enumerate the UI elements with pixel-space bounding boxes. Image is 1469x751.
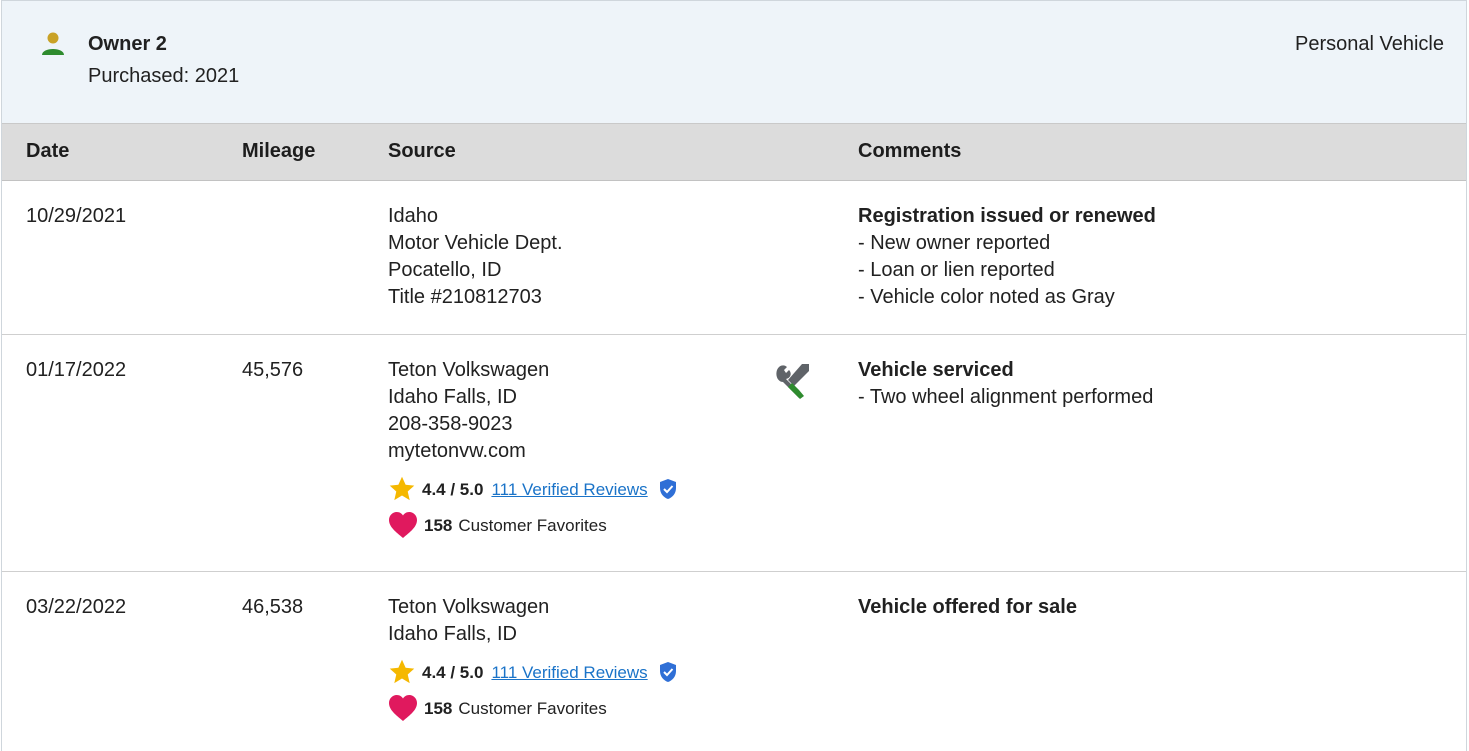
dealer-phone: 208-358-9023 — [388, 413, 513, 435]
favorites-label: Customer Favorites — [458, 698, 607, 718]
row-mileage: 45,576 — [242, 359, 304, 381]
row-comments: Registration issued or renewed - New own… — [858, 203, 1156, 311]
vehicle-type: Personal Vehicle — [1295, 33, 1444, 55]
comment-title: Registration issued or renewed — [858, 205, 1156, 227]
dealer-location: Idaho Falls, ID — [388, 386, 517, 408]
row-source: Teton Volkswagen Idaho Falls, ID 4.4 / 5… — [388, 594, 678, 722]
table-header: Date Mileage Source Comments — [2, 124, 1466, 181]
source-line: Motor Vehicle Dept. — [388, 232, 563, 254]
source-line: Pocatello, ID — [388, 259, 502, 281]
favorites-count: 158 — [424, 698, 453, 718]
dealer-rating: 4.4 / 5.0 111 Verified Reviews — [388, 658, 678, 686]
service-tools-icon — [776, 364, 809, 399]
row-comments: Vehicle offered for sale — [858, 594, 1077, 621]
rating-value: 4.4 / 5.0 — [422, 662, 484, 682]
table-row: 01/17/2022 45,576 Teton Volkswagen Idaho… — [2, 335, 1466, 572]
row-date: 10/29/2021 — [26, 205, 127, 227]
dealer-location: Idaho Falls, ID — [388, 623, 517, 645]
verified-reviews-link[interactable]: 111 Verified Reviews — [491, 659, 647, 686]
heart-icon — [389, 695, 417, 721]
comment-item: - Two wheel alignment performed — [858, 386, 1154, 408]
comment-item: - Loan or lien reported — [858, 259, 1055, 281]
table-row: 10/29/2021 Idaho Motor Vehicle Dept. Poc… — [2, 181, 1466, 335]
dealer-name[interactable]: Teton Volkswagen — [388, 357, 678, 384]
verified-shield-icon — [659, 662, 676, 682]
rating-value: 4.4 / 5.0 — [422, 479, 484, 499]
comment-item: - Vehicle color noted as Gray — [858, 286, 1115, 308]
dealer-website: mytetonvw.com — [388, 440, 526, 462]
favorites-count: 158 — [424, 515, 453, 535]
row-comments: Vehicle serviced - Two wheel alignment p… — [858, 357, 1153, 411]
owner-title: Owner 2 — [88, 33, 167, 55]
owner-header: Owner 2 Purchased: 2021 Personal Vehicle — [2, 1, 1466, 124]
owner-history-card: Owner 2 Purchased: 2021 Personal Vehicle… — [1, 0, 1467, 751]
star-icon — [389, 659, 415, 684]
row-source: Teton Volkswagen Idaho Falls, ID 208-358… — [388, 357, 678, 539]
customer-favorites: 158 Customer Favorites — [388, 694, 678, 722]
dealer-name[interactable]: Teton Volkswagen — [388, 594, 678, 621]
star-icon — [389, 476, 415, 501]
row-date: 03/22/2022 — [26, 596, 127, 618]
table-row: 03/22/2022 46,538 Teton Volkswagen Idaho… — [2, 572, 1466, 751]
row-source: Idaho Motor Vehicle Dept. Pocatello, ID … — [388, 203, 563, 311]
verified-shield-icon — [659, 479, 676, 499]
source-line: Title #210812703 — [388, 286, 542, 308]
person-icon — [42, 32, 64, 55]
verified-reviews-link[interactable]: 111 Verified Reviews — [491, 476, 647, 503]
source-line: Idaho — [388, 205, 439, 227]
header-comments: Comments — [858, 140, 962, 162]
favorites-label: Customer Favorites — [458, 515, 607, 535]
comment-item: - New owner reported — [858, 232, 1051, 254]
row-mileage: 46,538 — [242, 596, 304, 618]
customer-favorites: 158 Customer Favorites — [388, 511, 678, 539]
row-date: 01/17/2022 — [26, 359, 127, 381]
comment-title: Vehicle offered for sale — [858, 596, 1077, 618]
header-date: Date — [26, 140, 70, 162]
header-mileage: Mileage — [242, 140, 316, 162]
heart-icon — [389, 512, 417, 538]
header-source: Source — [388, 140, 456, 162]
dealer-rating: 4.4 / 5.0 111 Verified Reviews — [388, 475, 678, 503]
comment-title: Vehicle serviced — [858, 359, 1014, 381]
owner-purchased: Purchased: 2021 — [88, 65, 240, 87]
